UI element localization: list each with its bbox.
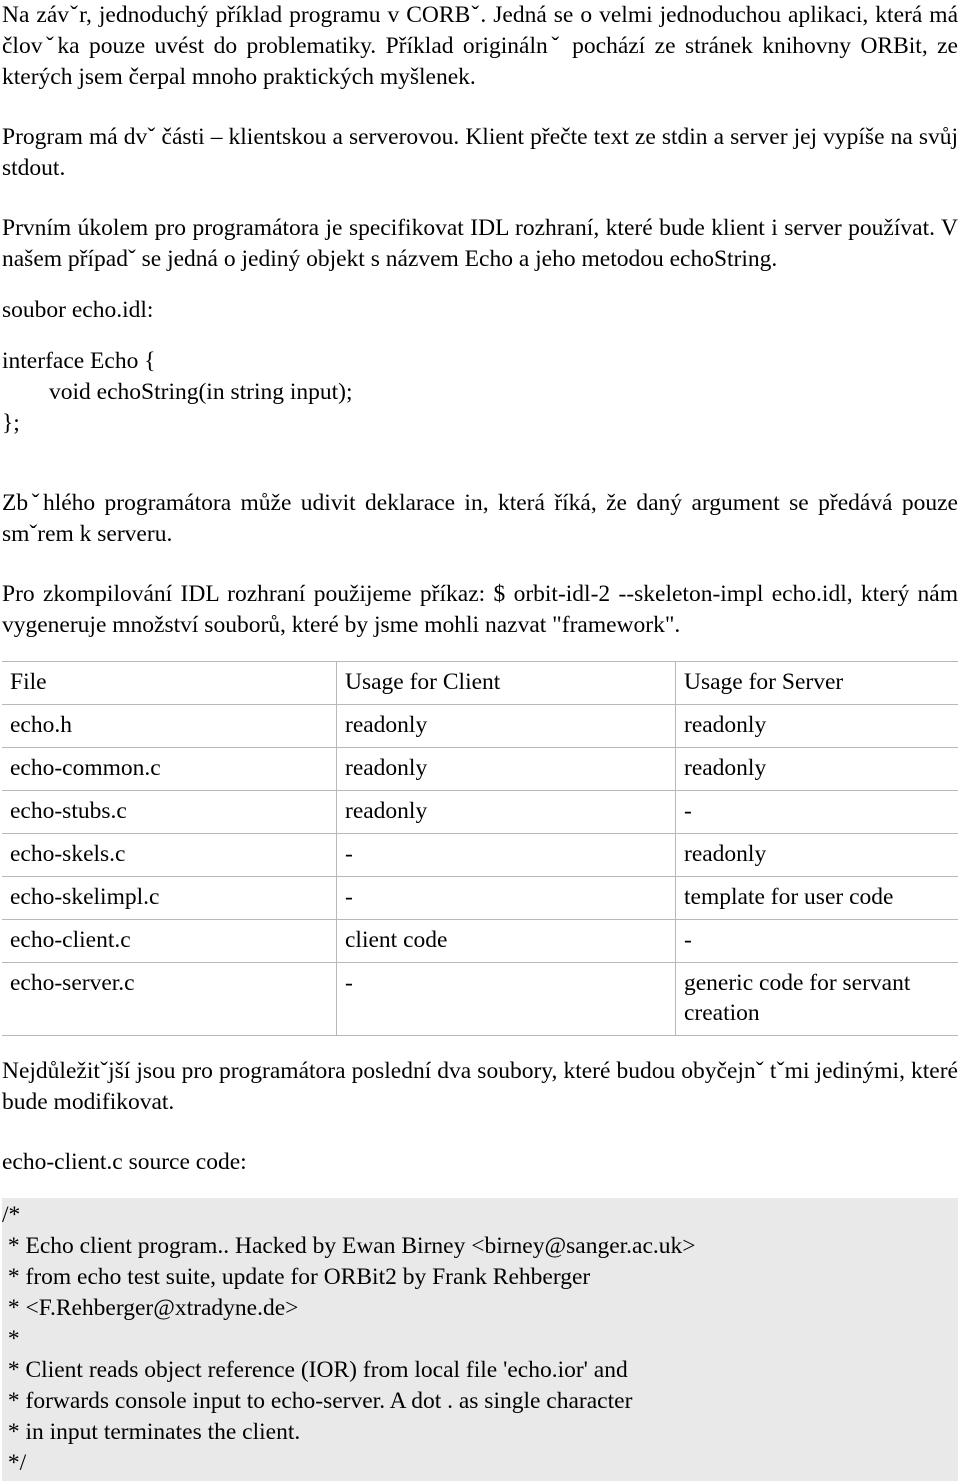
paragraph-program-parts: Program má dvˇ části – klientskou a serv… bbox=[2, 124, 958, 181]
table-header-row: File Usage for Client Usage for Server bbox=[2, 661, 958, 705]
cell-client: - bbox=[336, 833, 676, 877]
label-source-code: echo-client.c source code: bbox=[2, 1149, 247, 1175]
cell-server: - bbox=[675, 919, 958, 963]
paragraph-compile: Pro zkompilování IDL rozhraní použijeme … bbox=[2, 581, 958, 638]
table-row: echo.h readonly readonly bbox=[2, 704, 958, 748]
cell-client: readonly bbox=[336, 747, 676, 791]
table-row: echo-client.c client code - bbox=[2, 919, 958, 963]
paragraph-intro: Na závˇr, jednoduchý příklad programu v … bbox=[2, 2, 958, 90]
cell-client: - bbox=[336, 876, 676, 920]
cell-file: echo-stubs.c bbox=[2, 790, 337, 834]
label-idl-file: soubor echo.idl: bbox=[2, 297, 154, 323]
cell-server: readonly bbox=[675, 747, 958, 791]
cell-server: template for user code bbox=[675, 876, 958, 920]
document-page: Na závˇr, jednoduchý příklad programu v … bbox=[0, 0, 960, 1481]
cell-client: client code bbox=[336, 919, 676, 963]
table-header-file: File bbox=[2, 661, 337, 705]
idl-code-block: interface Echo { void echoString(in stri… bbox=[2, 348, 353, 436]
table-row: echo-server.c - generic code for servant… bbox=[2, 962, 958, 1036]
paragraph-first-task: Prvním úkolem pro programátora je specif… bbox=[2, 215, 958, 272]
cell-client: readonly bbox=[336, 790, 676, 834]
cell-client: - bbox=[336, 962, 676, 1036]
cell-server: generic code for servant creation bbox=[675, 962, 958, 1036]
table-row: echo-skels.c - readonly bbox=[2, 833, 958, 877]
cell-file: echo.h bbox=[2, 704, 337, 748]
table-header-server: Usage for Server bbox=[675, 661, 958, 705]
table-row: echo-skelimpl.c - template for user code bbox=[2, 876, 958, 920]
paragraph-most-important: Nejdůležitˇjší jsou pro programátora pos… bbox=[2, 1058, 958, 1115]
client-source-comment-block: /* * Echo client program.. Hacked by Ewa… bbox=[2, 1198, 958, 1481]
cell-server: - bbox=[675, 790, 958, 834]
cell-client: readonly bbox=[336, 704, 676, 748]
cell-file: echo-common.c bbox=[2, 747, 337, 791]
cell-server: readonly bbox=[675, 833, 958, 877]
generated-files-table: File Usage for Client Usage for Server e… bbox=[2, 661, 958, 1036]
table-row: echo-stubs.c readonly - bbox=[2, 790, 958, 834]
cell-file: echo-skels.c bbox=[2, 833, 337, 877]
table-header-client: Usage for Client bbox=[336, 661, 676, 705]
cell-server: readonly bbox=[675, 704, 958, 748]
paragraph-in-declaration: Zbˇhlého programátora může udivit deklar… bbox=[2, 490, 958, 547]
cell-file: echo-skelimpl.c bbox=[2, 876, 337, 920]
cell-file: echo-client.c bbox=[2, 919, 337, 963]
table-row: echo-common.c readonly readonly bbox=[2, 747, 958, 791]
cell-file: echo-server.c bbox=[2, 962, 337, 1036]
